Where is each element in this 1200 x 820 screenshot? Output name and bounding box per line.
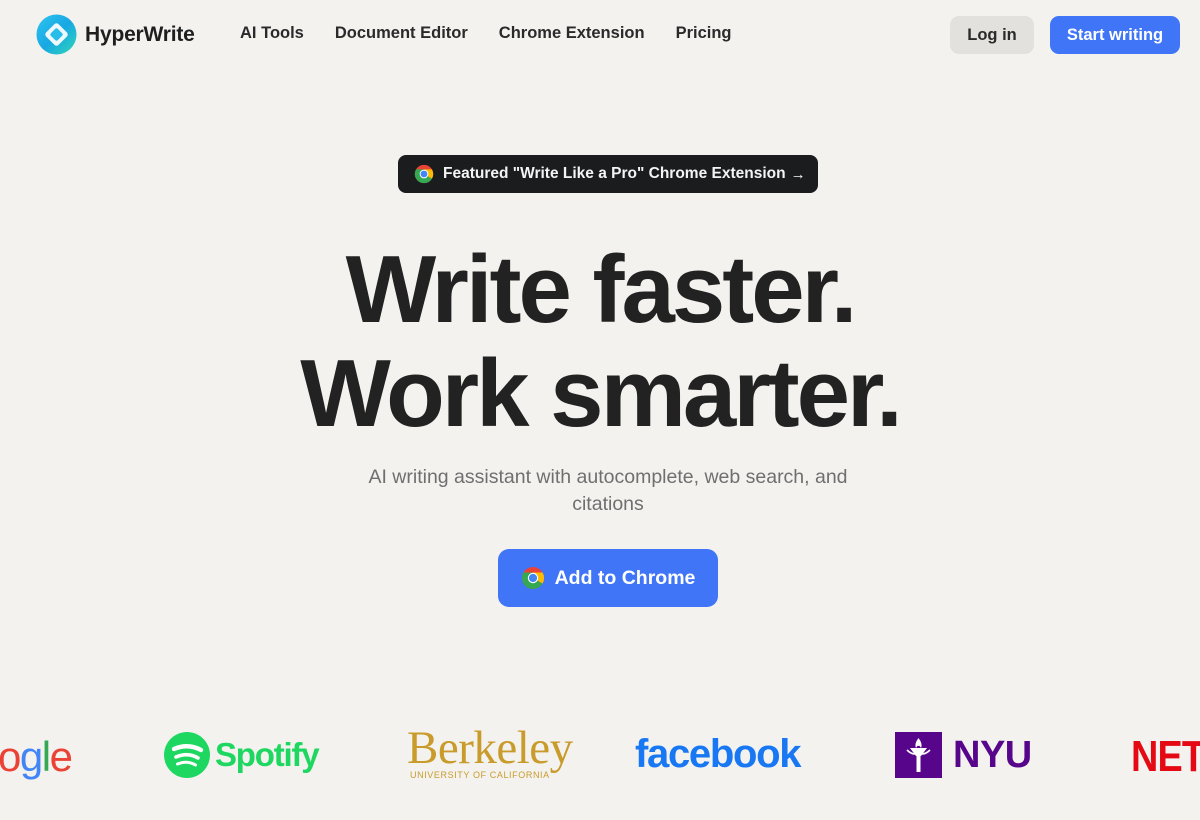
google-logo-letter: g: [19, 733, 43, 780]
spotify-wordmark: Spotify: [215, 736, 320, 773]
brand-name: HyperWrite: [85, 22, 195, 46]
nav-link-document-editor[interactable]: Document Editor: [335, 24, 468, 43]
berkeley-wordmark: Berkeley: [407, 722, 573, 774]
featured-extension-banner[interactable]: Featured "Write Like a Pro" Chrome Exten…: [398, 155, 818, 193]
add-to-chrome-button[interactable]: Add to Chrome: [498, 549, 718, 607]
nav-link-ai-tools[interactable]: AI Tools: [240, 24, 304, 43]
nav-link-pricing[interactable]: Pricing: [676, 24, 732, 43]
facebook-logo: facebook: [635, 732, 802, 776]
featured-banner-text: Featured "Write Like a Pro" Chrome Exten…: [443, 165, 786, 182]
arrow-right-icon: →: [790, 165, 806, 183]
hyperwrite-logo-icon: [36, 14, 77, 55]
berkeley-logo: Berkeley UNIVERSITY OF CALIFORNIA: [407, 722, 573, 781]
nav-link-chrome-extension[interactable]: Chrome Extension: [499, 24, 645, 43]
headline-line-1: Write faster.: [345, 236, 858, 343]
nyu-wordmark: NYU: [953, 733, 1032, 776]
login-button[interactable]: Log in: [950, 16, 1034, 54]
nyu-logo: NYU: [895, 732, 1032, 778]
customer-logo-strip: ogle Spotify Berkeley UNIVERSITY OF CALI…: [0, 700, 1200, 820]
berkeley-subtitle: UNIVERSITY OF CALIFORNIA: [410, 770, 550, 780]
chrome-icon: [521, 567, 544, 590]
google-logo-letter: e: [49, 733, 73, 780]
google-logo-letter: o: [0, 733, 21, 780]
add-to-chrome-label: Add to Chrome: [554, 566, 696, 589]
google-logo-letter: l: [41, 733, 51, 780]
hero-subheadline: AI writing assistant with autocomplete, …: [368, 466, 848, 515]
main-nav: AI Tools Document Editor Chrome Extensio…: [240, 24, 732, 43]
hero-headline: Write faster. Work smarter.: [0, 238, 1200, 446]
headline-line-2: Work smarter.: [300, 340, 903, 447]
nyu-torch-icon: [895, 732, 942, 778]
google-logo: ogle: [0, 733, 73, 781]
top-nav: HyperWrite AI Tools Document Editor Chro…: [0, 0, 1200, 68]
netflix-logo: NET: [1131, 732, 1200, 781]
start-writing-button[interactable]: Start writing: [1050, 16, 1180, 54]
spotify-logo: Spotify: [164, 732, 320, 778]
spotify-icon: [164, 732, 210, 778]
brand-home-link[interactable]: HyperWrite: [36, 14, 195, 55]
chrome-icon: [414, 164, 434, 184]
